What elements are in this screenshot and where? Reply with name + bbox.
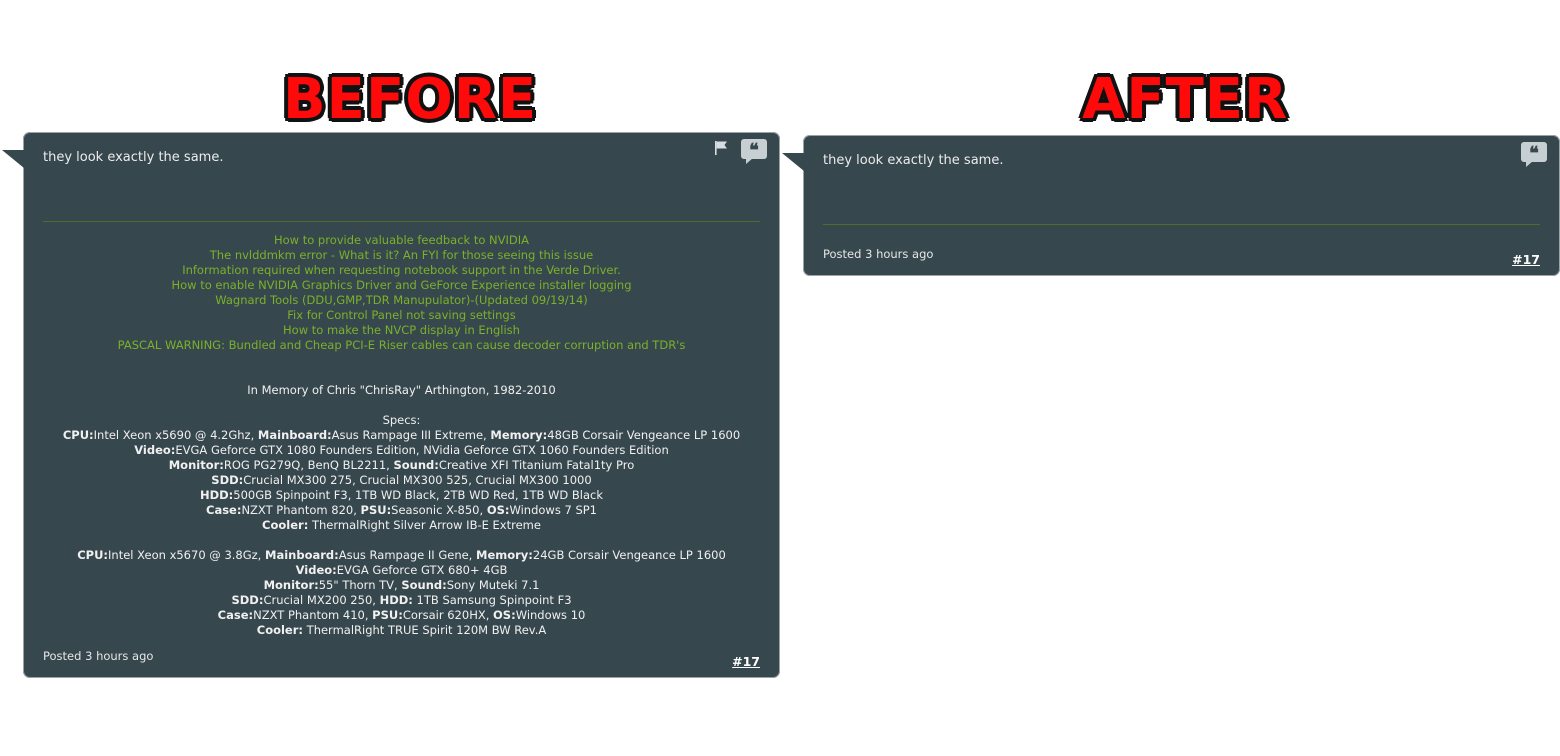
signature-link[interactable]: The nvlddmkm error - What is it? An FYI … <box>23 248 780 263</box>
quote-icon[interactable]: ❝ <box>741 139 767 164</box>
specs-heading: Specs: <box>382 413 421 427</box>
signature-links: How to provide valuable feedback to NVID… <box>23 233 780 353</box>
spec-line: Cooler: ThermalRight Silver Arrow IB-E E… <box>262 518 541 532</box>
quote-icon[interactable]: ❝ <box>1521 142 1547 167</box>
quote-glyph: ❝ <box>1529 142 1539 164</box>
spec-line: Case:NZXT Phantom 410, PSU:Corsair 620HX… <box>217 608 586 622</box>
signature-link[interactable]: How to provide valuable feedback to NVID… <box>23 233 780 248</box>
posted-time: Posted 3 hours ago <box>43 649 154 663</box>
signature-link[interactable]: Wagnard Tools (DDU,GMP,TDR Manupulator)-… <box>23 293 780 308</box>
after-heading: AFTER <box>1082 67 1289 132</box>
post-text: they look exactly the same. <box>823 153 1004 168</box>
specs-block: Specs: CPU:Intel Xeon x5690 @ 4.2Ghz, Ma… <box>23 413 780 638</box>
post-pointer <box>2 150 24 168</box>
before-post: they look exactly the same. ❝ How to pro… <box>2 132 780 678</box>
signature-divider <box>43 221 760 222</box>
spec-line: Video:EVGA Geforce GTX 1080 Founders Edi… <box>134 443 669 457</box>
spec-line: Monitor:ROG PG279Q, BenQ BL2211, Sound:C… <box>168 458 635 472</box>
spec-line: Monitor:55" Thorn TV, Sound:Sony Muteki … <box>263 578 540 592</box>
quote-glyph: ❝ <box>749 139 759 161</box>
post-pointer <box>782 153 804 171</box>
posted-time: Posted 3 hours ago <box>823 247 934 261</box>
signature-link[interactable]: PASCAL WARNING: Bundled and Cheap PCI-E … <box>23 338 780 353</box>
post-number-link[interactable]: #17 <box>1512 252 1540 267</box>
signature-link[interactable]: How to make the NVCP display in English <box>23 323 780 338</box>
spec-line: HDD:500GB Spinpoint F3, 1TB WD Black, 2T… <box>199 488 604 502</box>
memorial-line: In Memory of Chris "ChrisRay" Arthington… <box>247 383 556 397</box>
post-number-link[interactable]: #17 <box>732 654 760 669</box>
spec-line: CPU:Intel Xeon x5670 @ 3.8Gz, Mainboard:… <box>77 548 726 562</box>
spec-line: SDD:Crucial MX300 275, Crucial MX300 525… <box>211 473 592 487</box>
signature-link[interactable]: Fix for Control Panel not saving setting… <box>23 308 780 323</box>
signature-link[interactable]: Information required when requesting not… <box>23 263 780 278</box>
spec-line: Cooler: ThermalRight TRUE Spirit 120M BW… <box>256 623 547 637</box>
spec-line: Video:EVGA Geforce GTX 680+ 4GB <box>295 563 508 577</box>
spec-line: CPU:Intel Xeon x5690 @ 4.2Ghz, Mainboard… <box>62 428 741 442</box>
spec-gap <box>23 533 780 548</box>
post-text: they look exactly the same. <box>43 150 224 165</box>
before-heading: BEFORE <box>283 67 538 132</box>
flag-icon[interactable] <box>712 139 730 157</box>
after-post: they look exactly the same. ❝ Posted 3 h… <box>782 135 1560 276</box>
spec-line: Case:NZXT Phantom 820, PSU:Seasonic X-85… <box>206 503 597 517</box>
signature-divider <box>823 224 1540 225</box>
signature-link[interactable]: How to enable NVIDIA Graphics Driver and… <box>23 278 780 293</box>
spec-line: SDD:Crucial MX200 250, HDD: 1TB Samsung … <box>231 593 572 607</box>
